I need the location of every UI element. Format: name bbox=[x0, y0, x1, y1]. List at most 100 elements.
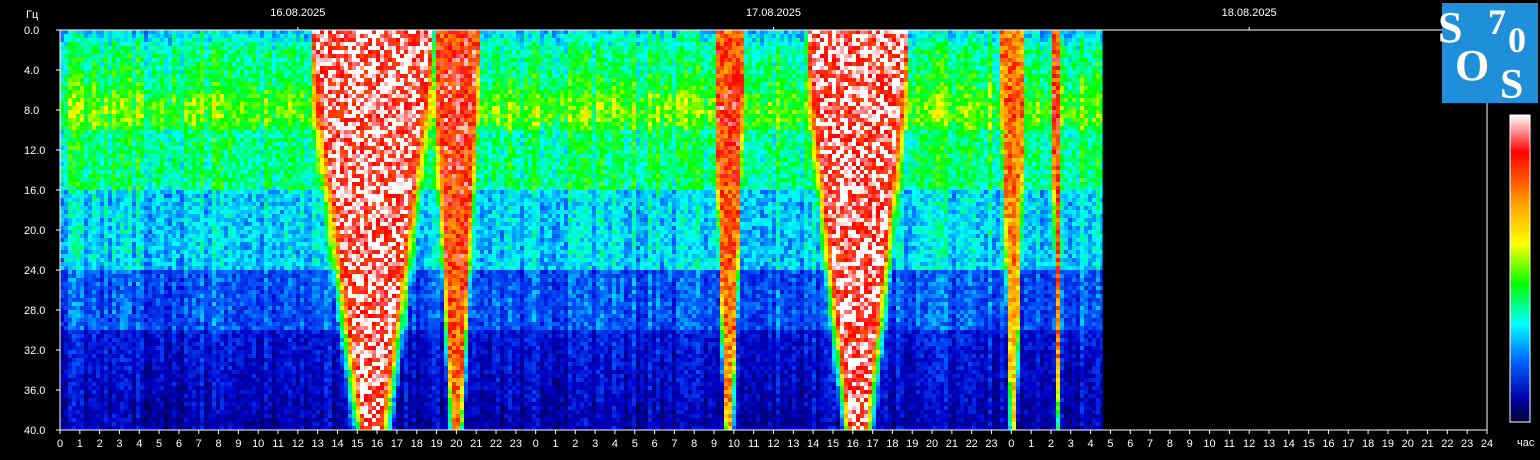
heatmap-cell bbox=[64, 42, 68, 46]
heatmap-cell bbox=[88, 406, 92, 410]
heatmap-cell bbox=[236, 318, 240, 322]
heatmap-cell bbox=[152, 218, 156, 222]
heatmap-cell bbox=[68, 222, 72, 226]
heatmap-cell bbox=[104, 174, 108, 178]
heatmap-cell bbox=[112, 418, 116, 422]
heatmap-cell bbox=[204, 230, 208, 234]
heatmap-cell bbox=[80, 278, 84, 282]
heatmap-cell bbox=[200, 242, 204, 246]
heatmap-cell bbox=[136, 78, 140, 82]
heatmap-cell bbox=[136, 230, 140, 234]
heatmap-cell bbox=[196, 178, 200, 182]
heatmap-cell bbox=[232, 78, 236, 82]
heatmap-cell bbox=[68, 250, 72, 254]
heatmap-cell bbox=[220, 122, 224, 126]
heatmap-cell bbox=[152, 358, 156, 362]
heatmap-cell bbox=[224, 254, 228, 258]
heatmap-cell bbox=[224, 210, 228, 214]
heatmap-cell bbox=[192, 378, 196, 382]
heatmap-cell bbox=[204, 102, 208, 106]
heatmap-cell bbox=[140, 298, 144, 302]
heatmap-cell bbox=[208, 138, 212, 142]
heatmap-cell bbox=[188, 46, 192, 50]
heatmap-cell bbox=[192, 338, 196, 342]
heatmap-cell bbox=[84, 306, 88, 310]
heatmap-cell bbox=[156, 398, 160, 402]
heatmap-cell bbox=[192, 170, 196, 174]
heatmap-cell bbox=[216, 206, 220, 210]
heatmap-cell bbox=[120, 422, 124, 426]
heatmap-cell bbox=[84, 146, 88, 150]
heatmap-cell bbox=[136, 202, 140, 206]
heatmap-cell bbox=[140, 414, 144, 418]
heatmap-cell bbox=[144, 262, 148, 266]
heatmap-cell bbox=[112, 150, 116, 154]
heatmap-cell bbox=[248, 286, 252, 290]
heatmap-cell bbox=[216, 310, 220, 314]
heatmap-cell bbox=[244, 230, 248, 234]
heatmap-cell bbox=[216, 274, 220, 278]
heatmap-cell bbox=[80, 118, 84, 122]
heatmap-cell bbox=[192, 366, 196, 370]
heatmap-cell bbox=[84, 390, 88, 394]
heatmap-cell bbox=[208, 306, 212, 310]
heatmap-cell bbox=[76, 298, 80, 302]
heatmap-cell bbox=[152, 194, 156, 198]
heatmap-cell bbox=[196, 42, 200, 46]
heatmap-cell bbox=[84, 106, 88, 110]
heatmap-cell bbox=[204, 170, 208, 174]
heatmap-cell bbox=[176, 290, 180, 294]
heatmap-cell bbox=[216, 58, 220, 62]
heatmap-cell bbox=[188, 206, 192, 210]
heatmap-cell bbox=[120, 286, 124, 290]
heatmap-cell bbox=[156, 246, 160, 250]
heatmap-cell bbox=[200, 370, 204, 374]
heatmap-cell bbox=[96, 334, 100, 338]
heatmap-cell bbox=[236, 390, 240, 394]
heatmap-cell bbox=[220, 154, 224, 158]
heatmap-cell bbox=[196, 310, 200, 314]
heatmap-cell bbox=[188, 242, 192, 246]
heatmap-cell bbox=[216, 270, 220, 274]
heatmap-cell bbox=[116, 38, 120, 42]
heatmap-cell bbox=[188, 226, 192, 230]
heatmap-cell bbox=[216, 226, 220, 230]
heatmap-cell bbox=[92, 374, 96, 378]
heatmap-cell bbox=[252, 66, 256, 70]
heatmap-cell bbox=[120, 230, 124, 234]
heatmap-cell bbox=[172, 46, 176, 50]
heatmap-cell bbox=[184, 190, 188, 194]
heatmap-cell bbox=[212, 98, 216, 102]
heatmap-cell bbox=[176, 414, 180, 418]
heatmap-cell bbox=[244, 214, 248, 218]
heatmap-cell bbox=[156, 310, 160, 314]
heatmap-cell bbox=[84, 202, 88, 206]
heatmap-cell bbox=[172, 298, 176, 302]
heatmap-cell bbox=[180, 254, 184, 258]
heatmap-cell bbox=[100, 50, 104, 54]
heatmap-cell bbox=[156, 158, 160, 162]
heatmap-cell bbox=[200, 186, 204, 190]
heatmap-cell bbox=[232, 426, 236, 430]
heatmap-cell bbox=[96, 294, 100, 298]
heatmap-cell bbox=[112, 306, 116, 310]
heatmap-cell bbox=[248, 154, 252, 158]
heatmap-cell bbox=[140, 126, 144, 130]
heatmap-cell bbox=[192, 82, 196, 86]
heatmap-cell bbox=[248, 234, 252, 238]
heatmap-cell bbox=[144, 362, 148, 366]
heatmap-cell bbox=[76, 374, 80, 378]
heatmap-cell bbox=[256, 198, 260, 202]
heatmap-cell bbox=[144, 170, 148, 174]
heatmap-cell bbox=[160, 342, 164, 346]
heatmap-cell bbox=[228, 330, 232, 334]
heatmap-cell bbox=[64, 194, 68, 198]
heatmap-cell bbox=[132, 178, 136, 182]
heatmap-cell bbox=[88, 146, 92, 150]
heatmap-cell bbox=[204, 422, 208, 426]
heatmap-cell bbox=[256, 410, 260, 414]
heatmap-cell bbox=[160, 254, 164, 258]
heatmap-cell bbox=[128, 238, 132, 242]
heatmap-cell bbox=[184, 30, 188, 34]
heatmap-cell bbox=[216, 222, 220, 226]
